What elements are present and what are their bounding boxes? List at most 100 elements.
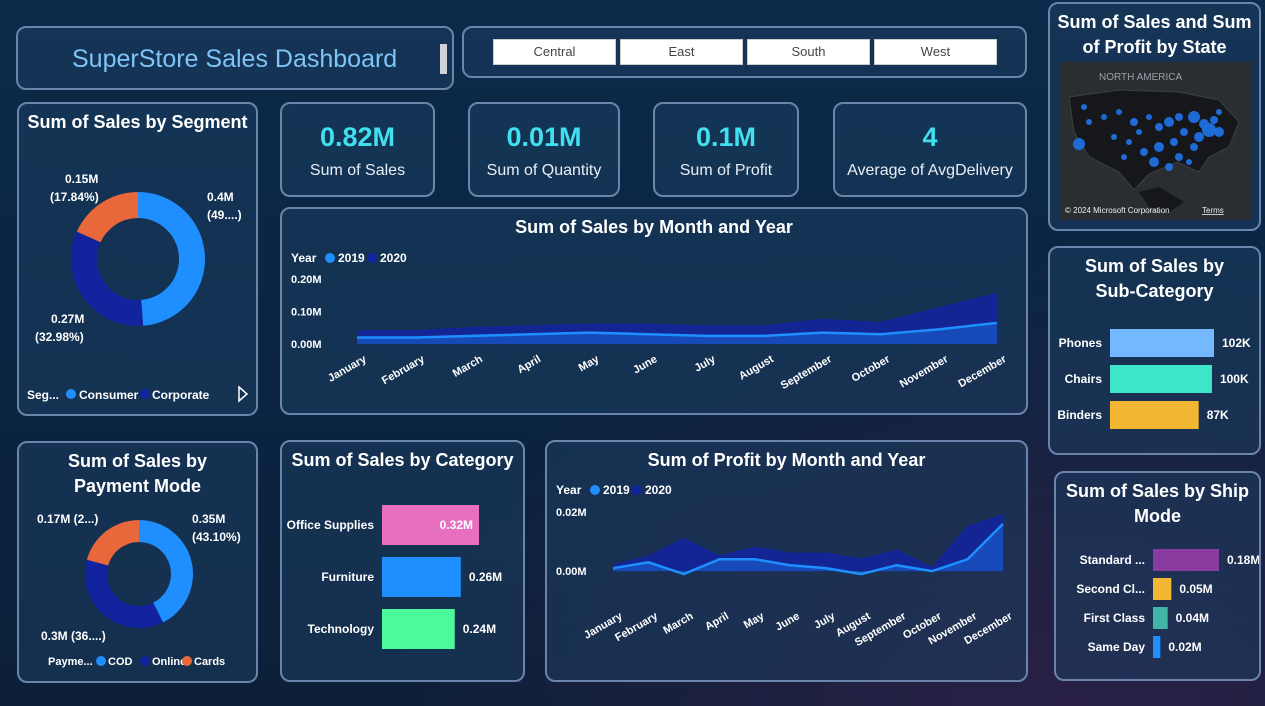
slicer-west[interactable]: West (874, 39, 997, 65)
dashboard-title-card: SuperStore Sales Dashboard (16, 26, 454, 90)
kpi-value: 0.1M (695, 122, 757, 152)
x-tick-label: March (451, 353, 485, 380)
region-slicer: Central East South West (462, 26, 1027, 78)
bar (1153, 578, 1172, 600)
sales-by-month-card[interactable]: Sum of Sales by Month and Year Year 2019 2… (280, 207, 1028, 415)
state-map[interactable]: NORTH AMERICA © 2024 Microsoft Corporatio… (1059, 62, 1252, 220)
bar (1153, 607, 1168, 629)
legend-title: Year (291, 251, 317, 265)
payment-donut-chart[interactable]: 0.35M (43.10%) 0.3M (36....) 0.17M (2...) Pa… (19, 443, 256, 681)
y-tick-label: 0.10M (291, 307, 322, 319)
map-terms-link[interactable]: Terms (1202, 206, 1224, 215)
x-tick-label: May (742, 610, 767, 632)
state-bubble (1202, 123, 1216, 137)
x-tick-label: December (956, 353, 1009, 390)
payment-chart-card[interactable]: Sum of Sales by Payment Mode 0.35M (43.10… (17, 441, 258, 683)
x-tick-label: March (661, 610, 695, 637)
scrollbar[interactable] (440, 44, 447, 74)
legend-item: Corporate (152, 388, 210, 402)
category-label: Standard ... (1080, 553, 1145, 567)
x-tick-label: July (693, 353, 719, 375)
subcategory-bar-chart[interactable]: Phones 102K Chairs 100K Binders 87K (1050, 248, 1259, 453)
slicer-east[interactable]: East (620, 39, 743, 65)
legend-marker (96, 656, 106, 666)
segment-chart-card[interactable]: Sum of Sales by Segment 0.4M (49....) 0.27… (17, 102, 258, 416)
state-bubble (1194, 132, 1204, 142)
x-tick-label: August (737, 353, 776, 383)
state-bubble (1101, 114, 1107, 120)
shipmode-bar-chart[interactable]: Standard ... 0.18M Second Cl... 0.05M First … (1056, 473, 1259, 679)
value-label: 100K (1220, 372, 1249, 386)
bar (382, 557, 461, 597)
kpi-value: 0.82M (319, 122, 396, 152)
slicer-central[interactable]: Central (493, 39, 616, 65)
slice-label: 0.35M (192, 512, 225, 526)
chart-title: Sum of Sales and Sum of Profit by State (1057, 12, 1252, 57)
profit-by-month-card[interactable]: Sum of Profit by Month and Year Year 2019… (545, 440, 1028, 682)
profit-area-chart[interactable]: Year 2019 20200.00M0.02MJanuaryFebruary Mar… (547, 442, 1026, 680)
x-tick-label: January (326, 353, 369, 385)
category-label: First Class (1084, 611, 1146, 625)
bar (1153, 636, 1161, 658)
state-bubble (1136, 129, 1142, 135)
slice-label: 0.4M (207, 190, 234, 204)
category-label: Same Day (1088, 640, 1146, 654)
state-bubble (1081, 104, 1087, 110)
category-label: Phones (1059, 336, 1103, 350)
segment-donut-chart[interactable]: 0.4M (49....) 0.27M (32.98%) 0.15M (17.84%) Se… (19, 104, 256, 414)
y-tick-label: 0.20M (291, 274, 322, 286)
legend-item: 2020 (380, 251, 407, 265)
slice-label: 0.15M (65, 172, 98, 186)
state-bubble (1216, 109, 1222, 115)
legend-item: 2020 (645, 483, 672, 497)
map-card[interactable]: Sum of Sales and Sum of Profit by State … (1048, 2, 1261, 231)
state-bubble (1154, 142, 1164, 152)
kpi-sum-of-sales: 0.82M Sum of Sales (280, 102, 435, 197)
state-bubble (1073, 138, 1085, 150)
value-label: 0.02M (1168, 640, 1201, 654)
kpi-sum-of-quantity: 0.01M Sum of Quantity (468, 102, 620, 197)
subcategory-chart-card[interactable]: Sum of Sales by Sub-Category Phones 102K C… (1048, 246, 1261, 455)
slice-label: (17.84%) (50, 190, 99, 204)
value-label: 0.04M (1176, 611, 1209, 625)
slice-label: (49....) (207, 208, 242, 222)
bar (1110, 365, 1212, 393)
map-copyright: © 2024 Microsoft Corporation (1065, 206, 1170, 215)
category-bar-chart[interactable]: Office Supplies 0.32M Furniture 0.26M Techno… (282, 442, 523, 680)
category-chart-card[interactable]: Sum of Sales by Category Office Supplies… (280, 440, 525, 682)
legend-marker (182, 656, 192, 666)
value-label: 0.18M (1227, 553, 1259, 567)
x-tick-label: April (515, 353, 543, 376)
page-title: SuperStore Sales Dashboard (72, 45, 398, 73)
state-bubble (1121, 154, 1127, 160)
legend-item: Consumer (79, 388, 139, 402)
value-label: 0.26M (469, 570, 502, 584)
legend-title: Payme... (48, 656, 93, 668)
state-bubble (1186, 159, 1192, 165)
state-bubble (1175, 113, 1183, 121)
next-page-icon[interactable] (238, 385, 249, 403)
x-tick-label: September (779, 353, 835, 392)
legend-item: COD (108, 656, 133, 668)
legend-item: Online (152, 656, 186, 668)
bar (1110, 329, 1214, 357)
legend-item: 2019 (338, 251, 365, 265)
state-bubble (1155, 123, 1163, 131)
legend-marker (325, 253, 335, 263)
bar (1153, 549, 1219, 571)
slice-label: (32.98%) (35, 330, 84, 344)
x-tick-label: June (774, 610, 802, 633)
y-tick-label: 0.02M (556, 507, 587, 519)
state-bubble (1188, 111, 1200, 123)
value-label: 0.32M (440, 518, 473, 532)
shipmode-chart-card[interactable]: Sum of Sales by Ship Mode Standard ... 0.… (1054, 471, 1261, 681)
bar (1110, 401, 1199, 429)
kpi-label: Average of AvgDelivery (847, 162, 1013, 179)
donut-slice (138, 192, 205, 326)
y-tick-label: 0.00M (556, 566, 587, 578)
sales-area-chart[interactable]: Year 2019 2020 0.00M 0.10M 0.20M January Februa… (282, 209, 1026, 413)
state-bubble (1210, 116, 1218, 124)
legend-title: Year (556, 483, 582, 497)
legend-marker (140, 656, 150, 666)
slicer-south[interactable]: South (747, 39, 870, 65)
